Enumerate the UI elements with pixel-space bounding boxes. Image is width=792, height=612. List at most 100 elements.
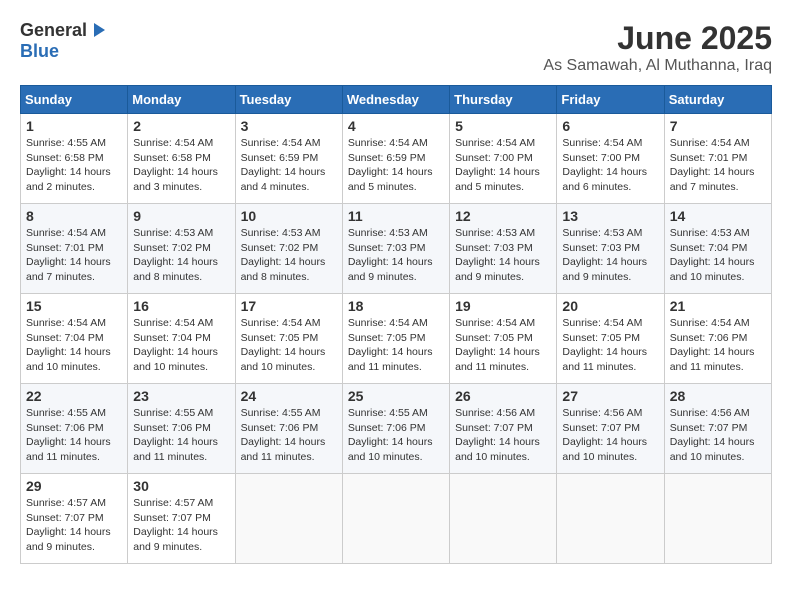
calendar-cell: 13 Sunrise: 4:53 AMSunset: 7:03 PMDaylig…: [557, 204, 664, 294]
calendar-header-row: Sunday Monday Tuesday Wednesday Thursday…: [21, 86, 772, 114]
cell-info: Sunrise: 4:53 AMSunset: 7:02 PMDaylight:…: [133, 226, 229, 285]
day-number: 6: [562, 118, 658, 134]
day-number: 5: [455, 118, 551, 134]
calendar-cell: 20 Sunrise: 4:54 AMSunset: 7:05 PMDaylig…: [557, 294, 664, 384]
cell-info: Sunrise: 4:56 AMSunset: 7:07 PMDaylight:…: [670, 406, 766, 465]
calendar-cell: 30 Sunrise: 4:57 AMSunset: 7:07 PMDaylig…: [128, 474, 235, 564]
calendar-cell: 1 Sunrise: 4:55 AMSunset: 6:58 PMDayligh…: [21, 114, 128, 204]
day-number: 1: [26, 118, 122, 134]
calendar-cell: 25 Sunrise: 4:55 AMSunset: 7:06 PMDaylig…: [342, 384, 449, 474]
day-number: 19: [455, 298, 551, 314]
header-thursday: Thursday: [450, 86, 557, 114]
calendar-cell: [664, 474, 771, 564]
day-number: 28: [670, 388, 766, 404]
day-number: 29: [26, 478, 122, 494]
calendar-cell: 6 Sunrise: 4:54 AMSunset: 7:00 PMDayligh…: [557, 114, 664, 204]
calendar-cell: 2 Sunrise: 4:54 AMSunset: 6:58 PMDayligh…: [128, 114, 235, 204]
calendar-cell: [342, 474, 449, 564]
cell-info: Sunrise: 4:55 AMSunset: 7:06 PMDaylight:…: [133, 406, 229, 465]
calendar-cell: 14 Sunrise: 4:53 AMSunset: 7:04 PMDaylig…: [664, 204, 771, 294]
cell-info: Sunrise: 4:55 AMSunset: 7:06 PMDaylight:…: [26, 406, 122, 465]
day-number: 15: [26, 298, 122, 314]
cell-info: Sunrise: 4:55 AMSunset: 7:06 PMDaylight:…: [241, 406, 337, 465]
day-number: 11: [348, 208, 444, 224]
cell-info: Sunrise: 4:54 AMSunset: 6:59 PMDaylight:…: [348, 136, 444, 195]
cell-info: Sunrise: 4:54 AMSunset: 7:01 PMDaylight:…: [670, 136, 766, 195]
day-number: 4: [348, 118, 444, 134]
cell-info: Sunrise: 4:57 AMSunset: 7:07 PMDaylight:…: [26, 496, 122, 555]
calendar-cell: 15 Sunrise: 4:54 AMSunset: 7:04 PMDaylig…: [21, 294, 128, 384]
day-number: 26: [455, 388, 551, 404]
day-number: 30: [133, 478, 229, 494]
day-number: 12: [455, 208, 551, 224]
calendar-cell: 12 Sunrise: 4:53 AMSunset: 7:03 PMDaylig…: [450, 204, 557, 294]
day-number: 16: [133, 298, 229, 314]
cell-info: Sunrise: 4:54 AMSunset: 7:01 PMDaylight:…: [26, 226, 122, 285]
location-title: As Samawah, Al Muthanna, Iraq: [543, 57, 772, 75]
page-header: General Blue June 2025 As Samawah, Al Mu…: [20, 20, 772, 75]
cell-info: Sunrise: 4:57 AMSunset: 7:07 PMDaylight:…: [133, 496, 229, 555]
calendar-cell: 17 Sunrise: 4:54 AMSunset: 7:05 PMDaylig…: [235, 294, 342, 384]
logo: General Blue: [20, 20, 107, 62]
calendar-cell: 3 Sunrise: 4:54 AMSunset: 6:59 PMDayligh…: [235, 114, 342, 204]
day-number: 18: [348, 298, 444, 314]
cell-info: Sunrise: 4:54 AMSunset: 7:05 PMDaylight:…: [241, 316, 337, 375]
header-wednesday: Wednesday: [342, 86, 449, 114]
day-number: 9: [133, 208, 229, 224]
week-row-5: 29 Sunrise: 4:57 AMSunset: 7:07 PMDaylig…: [21, 474, 772, 564]
day-number: 3: [241, 118, 337, 134]
cell-info: Sunrise: 4:55 AMSunset: 6:58 PMDaylight:…: [26, 136, 122, 195]
day-number: 14: [670, 208, 766, 224]
day-number: 20: [562, 298, 658, 314]
cell-info: Sunrise: 4:53 AMSunset: 7:02 PMDaylight:…: [241, 226, 337, 285]
cell-info: Sunrise: 4:54 AMSunset: 7:05 PMDaylight:…: [455, 316, 551, 375]
day-number: 7: [670, 118, 766, 134]
cell-info: Sunrise: 4:54 AMSunset: 6:58 PMDaylight:…: [133, 136, 229, 195]
day-number: 22: [26, 388, 122, 404]
calendar-cell: 8 Sunrise: 4:54 AMSunset: 7:01 PMDayligh…: [21, 204, 128, 294]
calendar-cell: 22 Sunrise: 4:55 AMSunset: 7:06 PMDaylig…: [21, 384, 128, 474]
day-number: 21: [670, 298, 766, 314]
cell-info: Sunrise: 4:54 AMSunset: 7:04 PMDaylight:…: [26, 316, 122, 375]
cell-info: Sunrise: 4:54 AMSunset: 7:06 PMDaylight:…: [670, 316, 766, 375]
day-number: 27: [562, 388, 658, 404]
cell-info: Sunrise: 4:53 AMSunset: 7:03 PMDaylight:…: [562, 226, 658, 285]
month-title: June 2025: [543, 20, 772, 57]
title-area: June 2025 As Samawah, Al Muthanna, Iraq: [543, 20, 772, 75]
logo-triangle-icon: [89, 21, 107, 39]
cell-info: Sunrise: 4:54 AMSunset: 7:00 PMDaylight:…: [562, 136, 658, 195]
cell-info: Sunrise: 4:54 AMSunset: 7:05 PMDaylight:…: [562, 316, 658, 375]
cell-info: Sunrise: 4:54 AMSunset: 7:04 PMDaylight:…: [133, 316, 229, 375]
calendar-cell: 27 Sunrise: 4:56 AMSunset: 7:07 PMDaylig…: [557, 384, 664, 474]
header-monday: Monday: [128, 86, 235, 114]
calendar-cell: 11 Sunrise: 4:53 AMSunset: 7:03 PMDaylig…: [342, 204, 449, 294]
logo-general: General: [20, 20, 87, 41]
cell-info: Sunrise: 4:54 AMSunset: 7:00 PMDaylight:…: [455, 136, 551, 195]
day-number: 23: [133, 388, 229, 404]
week-row-3: 15 Sunrise: 4:54 AMSunset: 7:04 PMDaylig…: [21, 294, 772, 384]
day-number: 17: [241, 298, 337, 314]
logo-blue: Blue: [20, 41, 59, 62]
header-sunday: Sunday: [21, 86, 128, 114]
cell-info: Sunrise: 4:56 AMSunset: 7:07 PMDaylight:…: [455, 406, 551, 465]
calendar-cell: 5 Sunrise: 4:54 AMSunset: 7:00 PMDayligh…: [450, 114, 557, 204]
calendar-cell: 26 Sunrise: 4:56 AMSunset: 7:07 PMDaylig…: [450, 384, 557, 474]
header-friday: Friday: [557, 86, 664, 114]
calendar-cell: 9 Sunrise: 4:53 AMSunset: 7:02 PMDayligh…: [128, 204, 235, 294]
calendar-cell: 4 Sunrise: 4:54 AMSunset: 6:59 PMDayligh…: [342, 114, 449, 204]
calendar-cell: 18 Sunrise: 4:54 AMSunset: 7:05 PMDaylig…: [342, 294, 449, 384]
calendar-table: Sunday Monday Tuesday Wednesday Thursday…: [20, 85, 772, 564]
cell-info: Sunrise: 4:55 AMSunset: 7:06 PMDaylight:…: [348, 406, 444, 465]
day-number: 10: [241, 208, 337, 224]
calendar-cell: [557, 474, 664, 564]
day-number: 2: [133, 118, 229, 134]
header-tuesday: Tuesday: [235, 86, 342, 114]
day-number: 25: [348, 388, 444, 404]
calendar-cell: 10 Sunrise: 4:53 AMSunset: 7:02 PMDaylig…: [235, 204, 342, 294]
calendar-cell: 21 Sunrise: 4:54 AMSunset: 7:06 PMDaylig…: [664, 294, 771, 384]
calendar-cell: 16 Sunrise: 4:54 AMSunset: 7:04 PMDaylig…: [128, 294, 235, 384]
calendar-cell: 29 Sunrise: 4:57 AMSunset: 7:07 PMDaylig…: [21, 474, 128, 564]
calendar-cell: [235, 474, 342, 564]
calendar-cell: 7 Sunrise: 4:54 AMSunset: 7:01 PMDayligh…: [664, 114, 771, 204]
week-row-1: 1 Sunrise: 4:55 AMSunset: 6:58 PMDayligh…: [21, 114, 772, 204]
